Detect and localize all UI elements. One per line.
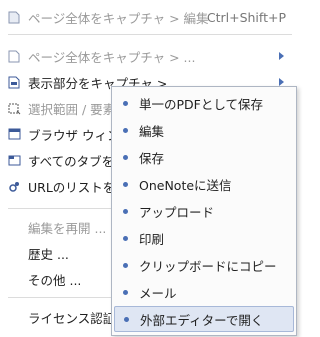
- visible-area-icon: [7, 75, 21, 89]
- bullet-icon: [123, 289, 128, 295]
- submenu-item-email[interactable]: メール: [114, 279, 294, 305]
- url-list-icon: [7, 179, 21, 193]
- selection-icon: [7, 101, 21, 115]
- window-icon: [7, 127, 21, 141]
- capture-submenu: 単一のPDFとして保存 編集 保存 OneNoteに送信 アップロード 印刷 ク…: [111, 86, 297, 336]
- bullet-icon: [123, 181, 128, 187]
- tabs-icon: [7, 153, 21, 167]
- bullet-icon: [123, 154, 128, 160]
- menu-item-capture-full[interactable]: ページ全体をキャプチャ > ...: [0, 43, 298, 69]
- page-capture-icon: [7, 10, 21, 24]
- submenu-item-print[interactable]: 印刷: [114, 225, 294, 251]
- bullet-icon: [123, 127, 128, 133]
- submenu-arrow-icon: [279, 52, 284, 60]
- submenu-item-edit[interactable]: 編集: [114, 117, 294, 143]
- menu-divider: [8, 34, 292, 35]
- bullet-icon: [123, 100, 128, 106]
- bullet-icon: [123, 208, 128, 214]
- page-icon: [7, 49, 21, 63]
- submenu-item-copy-clipboard[interactable]: クリップボードにコピー: [114, 252, 294, 278]
- bullet-icon: [123, 235, 128, 241]
- shortcut-label: Ctrl+Shift+P: [206, 9, 286, 25]
- bullet-icon: [123, 262, 128, 268]
- submenu-item-onenote[interactable]: OneNoteに送信: [114, 171, 294, 197]
- menu-item-capture-full-edit[interactable]: ページ全体をキャプチャ > 編集 Ctrl+Shift+P: [0, 4, 298, 30]
- submenu-item-open-external-editor[interactable]: 外部エディターで開く: [114, 306, 294, 332]
- submenu-item-upload[interactable]: アップロード: [114, 198, 294, 224]
- submenu-item-save[interactable]: 保存: [114, 144, 294, 170]
- submenu-arrow-icon: [279, 78, 284, 86]
- bullet-icon: [124, 316, 129, 322]
- submenu-item-save-pdf[interactable]: 単一のPDFとして保存: [114, 90, 294, 116]
